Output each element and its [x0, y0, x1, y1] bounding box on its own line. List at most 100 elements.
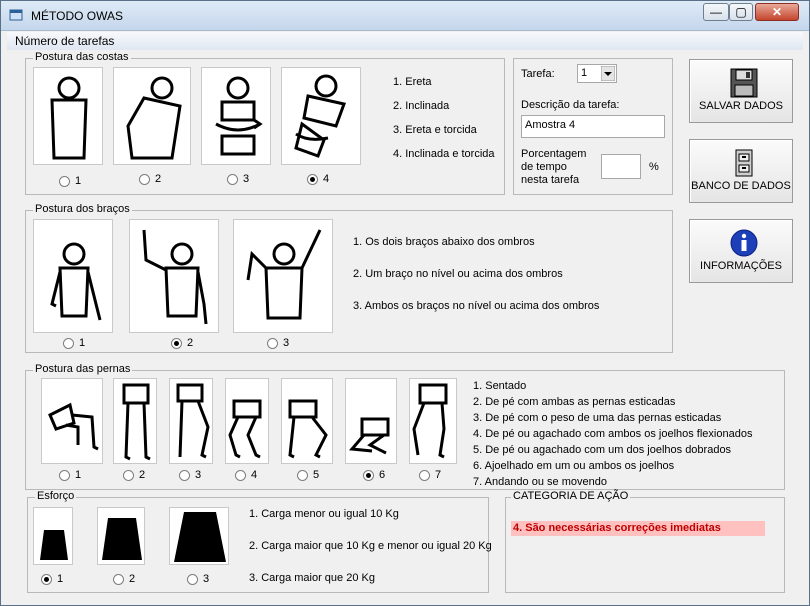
effort-radio-2-label: 2 — [129, 573, 136, 585]
menu-item-tasks[interactable]: Número de tarefas — [15, 34, 114, 48]
back-posture-image-1[interactable] — [33, 67, 103, 165]
leg-radio-1-circle[interactable] — [59, 469, 70, 481]
task-description-input[interactable]: Amostra 4 — [521, 115, 665, 138]
time-percent-label-1: Porcentagem — [521, 148, 587, 160]
leg-posture-image-2[interactable] — [113, 378, 157, 464]
back-radio-2-circle[interactable] — [139, 173, 150, 185]
task-select[interactable]: 1 — [577, 64, 617, 83]
leg-posture-image-1[interactable] — [41, 378, 103, 464]
back-option-2: 2. Inclinada — [393, 100, 450, 112]
arm-radio-3[interactable]: 3 — [267, 337, 289, 349]
small-load-icon — [40, 530, 68, 560]
effort-radio-3[interactable]: 3 — [187, 573, 209, 585]
close-button[interactable]: ✕ — [755, 3, 799, 21]
upright-back-icon — [50, 76, 88, 160]
arm-option-2: 2. Um braço no nível ou acima dos ombros — [353, 268, 563, 280]
leg-radio-6-label: 6 — [379, 469, 386, 481]
leg-option-3: 3. De pé com o peso de uma das pernas es… — [473, 412, 722, 424]
both-arms-up-icon — [246, 229, 322, 320]
action-category-result: 4. São necessárias correções imediatas — [511, 521, 765, 536]
kneeling-icon — [348, 417, 390, 455]
effort-title: Esforço — [35, 490, 77, 502]
arm-radio-2-circle[interactable] — [171, 337, 182, 349]
effort-option-1: 1. Carga menor ou igual 10 Kg — [249, 508, 399, 520]
back-option-1: 1. Ereta — [393, 76, 432, 88]
information-button[interactable]: INFORMAÇÕES — [689, 219, 793, 283]
database-label: BANCO DE DADOS — [691, 180, 791, 192]
leg-option-1: 1. Sentado — [473, 380, 527, 392]
arm-radio-2-label: 2 — [187, 337, 194, 349]
arm-radio-2[interactable]: 2 — [171, 337, 193, 349]
minimize-button[interactable]: — — [703, 3, 729, 21]
medium-load-icon — [102, 518, 142, 560]
leg-option-5: 5. De pé ou agachado com um dos joelhos … — [473, 444, 732, 456]
back-posture-image-4[interactable] — [281, 67, 361, 165]
leg-radio-3-circle[interactable] — [179, 469, 190, 481]
save-data-button[interactable]: SALVAR DADOS — [689, 59, 793, 123]
arm-radio-3-circle[interactable] — [267, 337, 278, 349]
info-icon — [730, 229, 758, 257]
leg-radio-5[interactable]: 5 — [297, 469, 319, 481]
chevron-down-icon[interactable] — [601, 66, 615, 81]
leg-radio-2-circle[interactable] — [123, 469, 134, 481]
back-posture-image-3[interactable] — [201, 67, 271, 165]
effort-radio-3-circle[interactable] — [187, 573, 198, 585]
leg-option-4: 4. De pé ou agachado com ambos os joelho… — [473, 428, 753, 440]
leg-posture-image-4[interactable] — [225, 378, 269, 464]
leg-option-2: 2. De pé com ambas as pernas esticadas — [473, 396, 676, 408]
leg-radio-6-circle[interactable] — [363, 469, 374, 481]
arm-posture-image-2[interactable] — [129, 219, 219, 333]
effort-radio-2[interactable]: 2 — [113, 573, 135, 585]
heavy-load-icon — [174, 512, 226, 562]
task-label: Tarefa: — [521, 68, 555, 80]
effort-image-3[interactable] — [169, 507, 229, 565]
arm-radio-1-circle[interactable] — [63, 337, 74, 349]
back-radio-3-label: 3 — [243, 173, 250, 185]
back-radio-3-circle[interactable] — [227, 173, 238, 185]
back-radio-1-circle[interactable] — [59, 175, 70, 187]
app-window: MÉTODO OWAS — ▢ ✕ Número de tarefas Post… — [0, 0, 810, 606]
back-radio-3[interactable]: 3 — [227, 173, 249, 185]
back-radio-4-circle[interactable] — [307, 173, 318, 185]
leg-posture-image-7[interactable] — [409, 378, 457, 464]
leg-radio-4[interactable]: 4 — [235, 469, 257, 481]
action-category-group: CATEGORIA DE AÇÃO — [505, 490, 785, 593]
leg-radio-1[interactable]: 1 — [59, 469, 81, 481]
back-option-3: 3. Ereta e torcida — [393, 124, 477, 136]
back-posture-image-2[interactable] — [113, 67, 191, 165]
arm-posture-image-3[interactable] — [233, 219, 333, 333]
leg-radio-1-label: 1 — [75, 469, 82, 481]
arm-option-3: 3. Ambos os braços no nível ou acima dos… — [353, 300, 600, 312]
database-button[interactable]: BANCO DE DADOS — [689, 139, 793, 203]
effort-radio-2-circle[interactable] — [113, 573, 124, 585]
effort-radio-1-label: 1 — [57, 573, 64, 585]
arm-radio-1[interactable]: 1 — [63, 337, 85, 349]
leg-radio-2-label: 2 — [139, 469, 146, 481]
bent-twisted-back-icon — [294, 74, 346, 158]
back-radio-4[interactable]: 4 — [307, 173, 329, 185]
leg-radio-7-circle[interactable] — [419, 469, 430, 481]
leg-radio-4-circle[interactable] — [235, 469, 246, 481]
arm-posture-image-1[interactable] — [33, 219, 113, 333]
task-select-value: 1 — [581, 67, 588, 79]
effort-image-2[interactable] — [97, 507, 145, 565]
time-percent-input[interactable] — [601, 154, 641, 179]
back-radio-1[interactable]: 1 — [59, 175, 81, 187]
leg-radio-3[interactable]: 3 — [179, 469, 201, 481]
leg-posture-image-6[interactable] — [345, 378, 397, 464]
leg-radio-5-circle[interactable] — [297, 469, 308, 481]
leg-option-6: 6. Ajoelhado em um ou ambos os joelhos — [473, 460, 675, 472]
leg-radio-7[interactable]: 7 — [419, 469, 441, 481]
leg-radio-3-label: 3 — [195, 469, 202, 481]
leg-radio-2[interactable]: 2 — [123, 469, 145, 481]
effort-image-1[interactable] — [33, 507, 73, 565]
leg-posture-image-5[interactable] — [281, 378, 333, 464]
leg-radio-6[interactable]: 6 — [363, 469, 385, 481]
effort-radio-1[interactable]: 1 — [41, 573, 63, 585]
leg-option-7: 7. Andando ou se movendo — [473, 476, 607, 488]
twisted-back-icon — [215, 76, 263, 156]
effort-radio-1-circle[interactable] — [41, 573, 52, 585]
maximize-button[interactable]: ▢ — [729, 3, 753, 21]
back-radio-2[interactable]: 2 — [139, 173, 161, 185]
leg-posture-image-3[interactable] — [169, 378, 213, 464]
